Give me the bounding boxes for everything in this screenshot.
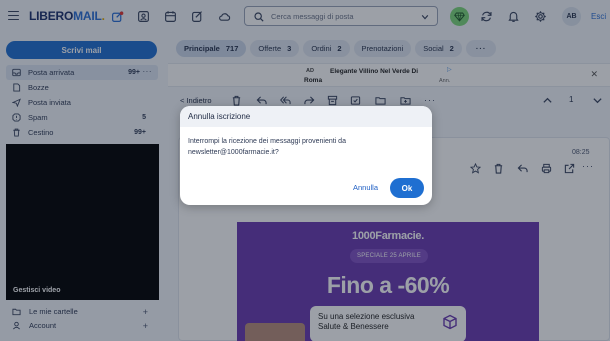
cancel-button[interactable]: Annulla [353,183,378,192]
ok-button[interactable]: Ok [390,178,424,198]
unsubscribe-dialog: Annulla iscrizione Interrompi la ricezio… [180,106,432,205]
dialog-message: Interrompi la ricezione dei messaggi pro… [188,138,346,156]
dialog-title: Annulla iscrizione [188,112,251,121]
